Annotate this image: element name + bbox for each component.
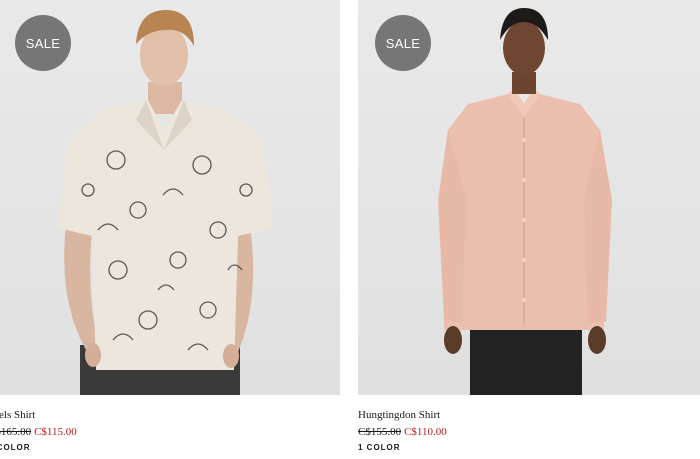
- product-image[interactable]: SALE: [0, 0, 340, 395]
- color-count: 1 COLOR: [0, 443, 31, 452]
- product-name[interactable]: Hungtingdon Shirt: [358, 409, 440, 421]
- original-price: C$155.00: [358, 426, 402, 438]
- color-count: 1 COLOR: [358, 443, 401, 452]
- sale-price: C$110.00: [404, 426, 447, 438]
- sale-price: C$115.00: [34, 426, 77, 438]
- price-group: C$155.00 C$110.00: [358, 426, 447, 438]
- sale-badge: SALE: [15, 15, 71, 71]
- product-image[interactable]: SALE: [358, 0, 700, 395]
- original-price: C$165.00: [0, 426, 32, 438]
- price-group: C$165.00C$115.00: [0, 426, 77, 438]
- product-card[interactable]: SALE Hungtingdon Shirt C$155.00 C$110.00 …: [358, 0, 700, 452]
- product-card[interactable]: SALE Feels Shirt C$165.00C$115.00 1 COLO…: [0, 0, 340, 452]
- product-name[interactable]: Feels Shirt: [0, 409, 35, 421]
- sale-badge: SALE: [375, 15, 431, 71]
